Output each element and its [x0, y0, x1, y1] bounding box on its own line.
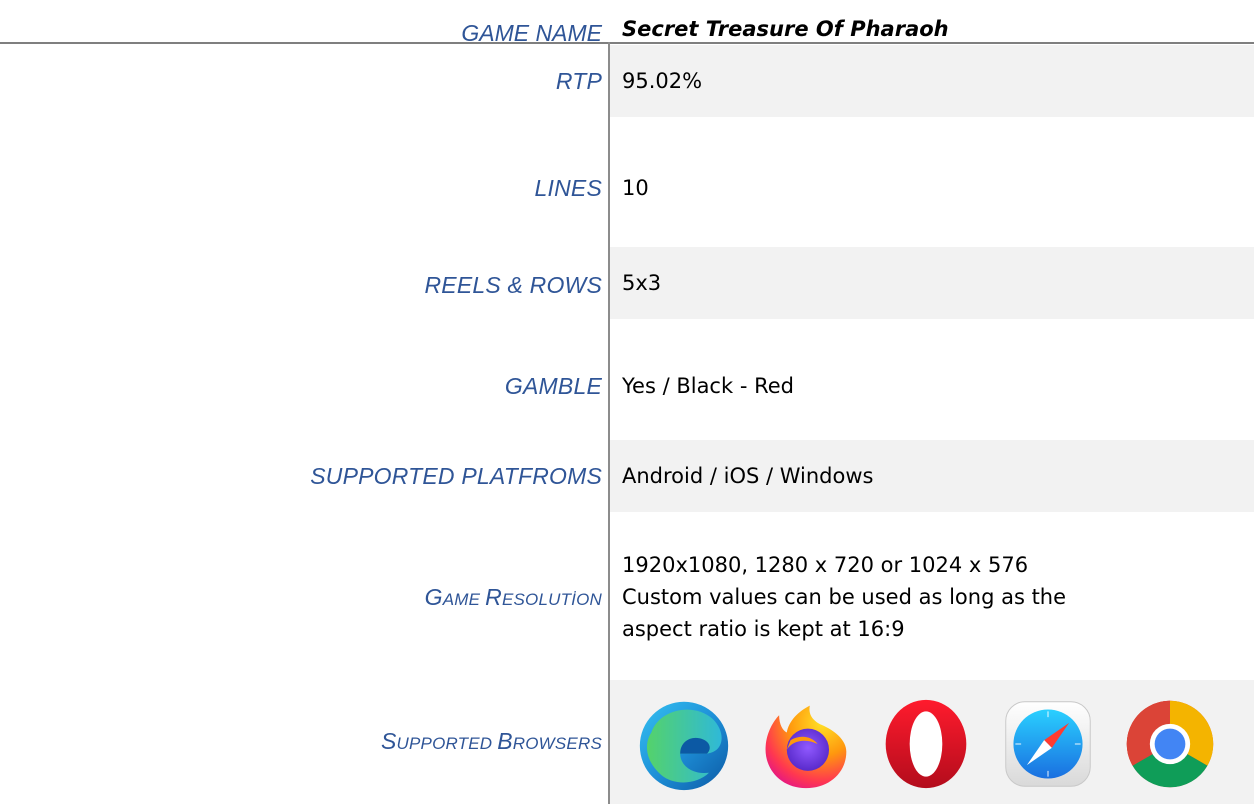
- resolution-label-part: AME: [442, 590, 486, 609]
- resolution-line: 1920x1080, 1280 x 720 or 1024 x 576: [622, 553, 1029, 577]
- column-divider: [608, 42, 610, 804]
- resolution-line: aspect ratio is kept at 16:9: [622, 617, 905, 641]
- safari-icon: [1000, 696, 1096, 792]
- browsers-label-part: UPPORTED: [396, 734, 498, 753]
- spec-sheet: GAME NAME Secret Treasure Of Pharaoh RTP…: [0, 0, 1254, 804]
- platforms-label: SUPPORTED PLATFROMS: [310, 463, 602, 489]
- platforms-value: Android / iOS / Windows: [610, 440, 1254, 512]
- browsers-label-part: ROWSERS: [512, 734, 602, 753]
- gamble-label: GAMBLE: [504, 373, 602, 399]
- browsers-label-part: B: [497, 728, 513, 754]
- reels-rows-label: REELS & ROWS: [424, 272, 602, 298]
- resolution-value: 1920x1080, 1280 x 720 or 1024 x 576 Cust…: [610, 537, 1254, 657]
- browsers-label-part: S: [380, 728, 397, 754]
- chrome-icon: [1122, 696, 1218, 792]
- resolution-label: GAME RESOLUTİON: [425, 584, 602, 611]
- lines-value: 10: [622, 176, 649, 200]
- resolution-label-part: R: [485, 584, 502, 610]
- browsers-label: SUPPORTED BROWSERS: [381, 728, 602, 755]
- header-divider: [0, 42, 1254, 44]
- game-name-value: Secret Treasure Of Pharaoh: [622, 17, 949, 41]
- edge-icon: [636, 696, 732, 792]
- resolution-label-part: G: [424, 584, 443, 610]
- lines-label: LINES: [534, 175, 602, 201]
- opera-icon: [878, 696, 974, 792]
- resolution-line: Custom values can be used as long as the: [622, 585, 1067, 609]
- rtp-label: RTP: [555, 68, 602, 94]
- reels-rows-value: 5x3: [610, 247, 1254, 319]
- rtp-value: 95.02%: [610, 45, 1254, 117]
- resolution-label-part: ESOLUTİON: [501, 590, 602, 609]
- firefox-icon: [758, 696, 854, 792]
- gamble-value: Yes / Black - Red: [622, 374, 794, 398]
